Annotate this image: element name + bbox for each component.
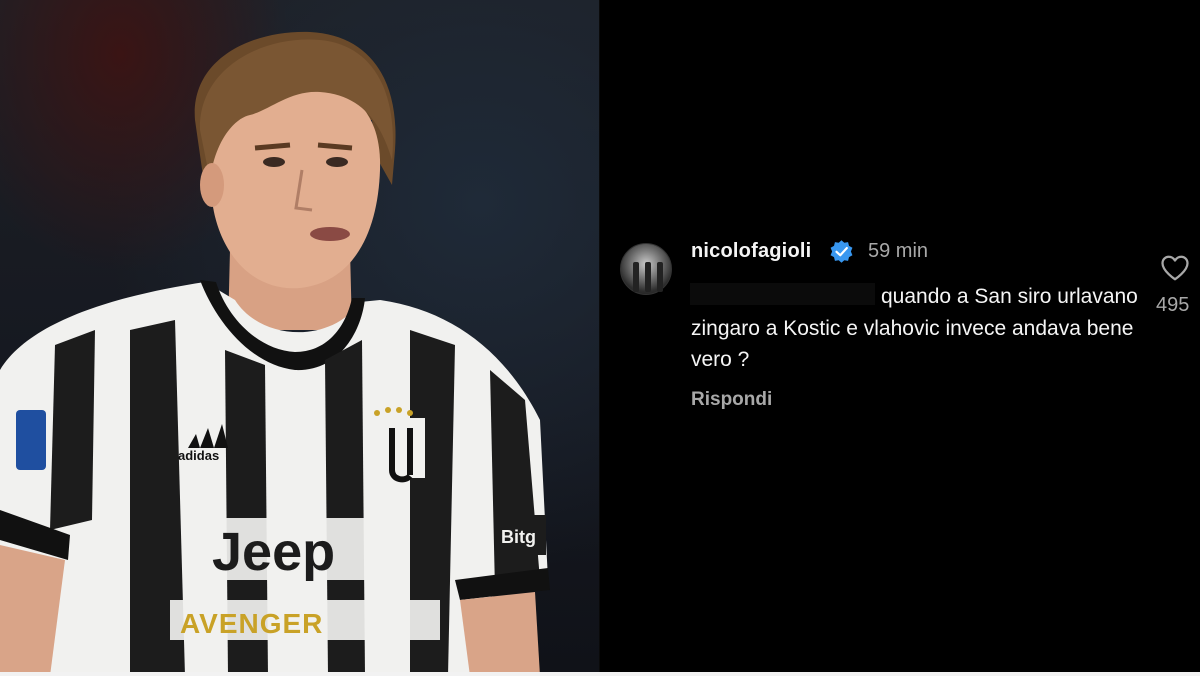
verified-badge-icon	[830, 240, 853, 263]
player-photo: Jeep AVENGER Bitg adidas	[0, 0, 600, 676]
comment-timestamp: 59 min	[868, 240, 929, 262]
bottom-border	[0, 672, 1200, 676]
jersey-sponsor-text: Jeep	[212, 522, 335, 582]
player-illustration: Jeep AVENGER Bitg adidas	[0, 31, 550, 676]
like-count: 495	[1156, 294, 1190, 316]
user-avatar[interactable]	[620, 243, 672, 295]
reply-button[interactable]: Rispondi	[691, 387, 772, 413]
comment-username[interactable]: nicolofagioli	[691, 238, 811, 264]
jersey-sleeve-sponsor-text: Bitg	[501, 527, 536, 547]
comment-text: quando a San siro urlavano zingaro a Kos…	[691, 285, 1138, 371]
jersey-brand-text: adidas	[178, 448, 219, 463]
jersey-secondary-sponsor-text: AVENGER	[180, 608, 323, 639]
heart-outline-icon[interactable]	[1160, 254, 1190, 282]
